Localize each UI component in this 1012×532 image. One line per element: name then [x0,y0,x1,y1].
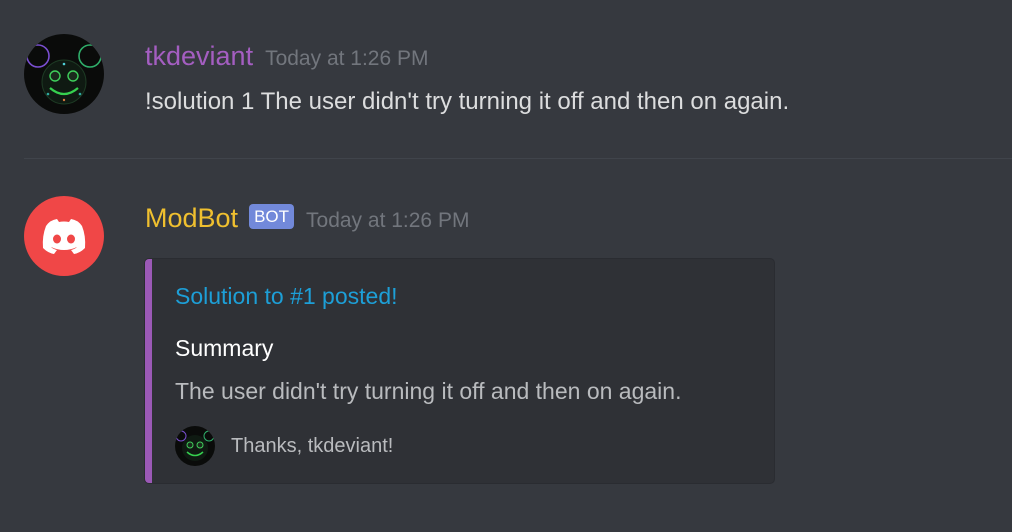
embed-field-value: The user didn't try turning it off and t… [175,378,682,404]
embed: Solution to #1 posted! Summary The user … [144,258,775,484]
embed-footer-text: Thanks, tkdeviant! [231,434,394,457]
message-header: tkdeviant Today at 1:26 PM [145,40,429,72]
embed-footer: Thanks, tkdeviant! [175,426,393,466]
username[interactable]: ModBot [145,202,238,234]
message-header: ModBot BOT Today at 1:26 PM [145,202,469,234]
bot-tag: BOT [249,204,295,229]
user-avatar[interactable] [24,34,104,114]
bot-avatar[interactable] [24,196,104,276]
embed-accent-bar [145,259,152,483]
message-content: !solution 1 The user didn't try turning … [145,88,790,115]
discord-logo-icon [24,196,104,276]
deadmau5-avatar-icon [24,34,104,114]
embed-title[interactable]: Solution to #1 posted! [175,283,398,310]
footer-avatar-icon [175,426,215,466]
username[interactable]: tkdeviant [145,40,253,72]
timestamp: Today at 1:26 PM [265,47,429,70]
embed-field-name: Summary [175,335,274,361]
message-divider [24,158,1012,159]
timestamp: Today at 1:26 PM [306,209,470,232]
